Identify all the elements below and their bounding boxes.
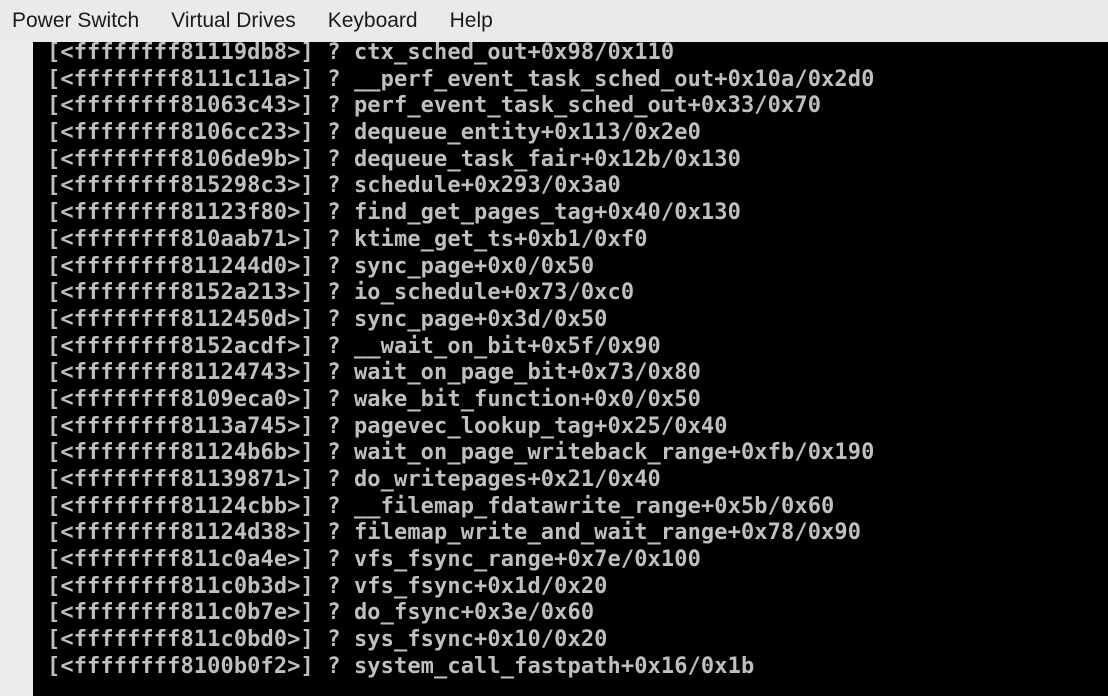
stack-symbol: ? __perf_event_task_sched_out+0x10a/0x2d…	[327, 66, 875, 92]
console-line: [<ffffffff81124d38>] ? filemap_write_and…	[47, 520, 874, 547]
stack-symbol: ? schedule+0x293/0x3a0	[327, 173, 621, 199]
console-line: [<ffffffff81124743>] ? wait_on_page_bit+…	[47, 360, 874, 387]
stack-symbol: ? __wait_on_bit+0x5f/0x90	[327, 333, 661, 359]
menu-keyboard[interactable]: Keyboard	[328, 9, 418, 33]
console-screen[interactable]: [<ffffffff81119db8>] ? ctx_sched_out+0x9…	[33, 42, 1108, 696]
console-line: [<ffffffff811c0a4e>] ? vfs_fsync_range+0…	[47, 547, 874, 574]
menu-bar: Power Switch Virtual Drives Keyboard Hel…	[0, 0, 1108, 42]
stack-address: [<ffffffff811c0a4e>]	[47, 547, 314, 573]
stack-symbol: ? dequeue_entity+0x113/0x2e0	[327, 120, 701, 146]
stack-address: [<ffffffff81124743>]	[47, 360, 314, 386]
stack-address: [<ffffffff81119db8>]	[47, 42, 314, 65]
menu-power-switch[interactable]: Power Switch	[12, 9, 139, 33]
stack-symbol: ? ctx_sched_out+0x98/0x110	[327, 42, 675, 65]
stack-address: [<ffffffff81063c43>]	[47, 93, 314, 119]
stack-address: [<ffffffff811c0bd0>]	[47, 627, 314, 653]
stack-address: [<ffffffff81124b6b>]	[47, 440, 314, 466]
console-line: [<ffffffff81124b6b>] ? wait_on_page_writ…	[47, 440, 874, 467]
console-line: [<ffffffff8106cc23>] ? dequeue_entity+0x…	[47, 120, 874, 147]
console-line: [<ffffffff811c0bd0>] ? sys_fsync+0x10/0x…	[47, 627, 874, 654]
stack-symbol: ? vfs_fsync+0x1d/0x20	[327, 573, 608, 599]
console-line: [<ffffffff81123f80>] ? find_get_pages_ta…	[47, 200, 874, 227]
stack-symbol: ? system_call_fastpath+0x16/0x1b	[327, 653, 755, 679]
stack-address: [<ffffffff8152a213>]	[47, 280, 314, 306]
stack-symbol: ? pagevec_lookup_tag+0x25/0x40	[327, 413, 728, 439]
stack-address: [<ffffffff8106de9b>]	[47, 146, 314, 172]
console-line: [<ffffffff810aab71>] ? ktime_get_ts+0xb1…	[47, 227, 874, 254]
stack-address: [<ffffffff811c0b7e>]	[47, 600, 314, 626]
stack-symbol: ? vfs_fsync_range+0x7e/0x100	[327, 547, 701, 573]
console-line: [<ffffffff811c0b7e>] ? do_fsync+0x3e/0x6…	[47, 600, 874, 627]
stack-symbol: ? do_writepages+0x21/0x40	[327, 467, 661, 492]
stack-address: [<ffffffff8109eca0>]	[47, 386, 314, 412]
stack-address: [<ffffffff8106cc23>]	[47, 120, 314, 146]
stack-symbol: ? dequeue_task_fair+0x12b/0x130	[327, 146, 741, 172]
stack-symbol: ? wait_on_page_bit+0x73/0x80	[327, 360, 701, 386]
stack-address: [<ffffffff811c0b3d>]	[47, 573, 314, 599]
stack-symbol: ? __filemap_fdatawrite_range+0x5b/0x60	[327, 493, 835, 519]
console-line: [<ffffffff815298c3>] ? schedule+0x293/0x…	[47, 173, 874, 200]
stack-symbol: ? wait_on_page_writeback_range+0xfb/0x19…	[327, 440, 875, 466]
console-line: [<ffffffff8109eca0>] ? wake_bit_function…	[47, 387, 874, 414]
menu-help[interactable]: Help	[450, 9, 493, 33]
console-line: [<ffffffff8106de9b>] ? dequeue_task_fair…	[47, 147, 874, 174]
console-line: [<ffffffff81124cbb>] ? __filemap_fdatawr…	[47, 494, 874, 521]
stack-address: [<ffffffff8113a745>]	[47, 413, 314, 439]
menu-virtual-drives[interactable]: Virtual Drives	[171, 9, 295, 33]
stack-symbol: ? perf_event_task_sched_out+0x33/0x70	[327, 93, 822, 119]
stack-symbol: ? io_schedule+0x73/0xc0	[327, 280, 635, 306]
stack-symbol: ? sync_page+0x3d/0x50	[327, 306, 608, 332]
stack-address: [<ffffffff8112450d>]	[47, 306, 314, 332]
kvm-console-window: Power Switch Virtual Drives Keyboard Hel…	[0, 0, 1108, 696]
stack-symbol: ? ktime_get_ts+0xb1/0xf0	[327, 226, 648, 252]
stack-address: [<ffffffff81124d38>]	[47, 520, 314, 546]
stack-address: [<ffffffff810aab71>]	[47, 226, 314, 252]
console-line: [<ffffffff8152a213>] ? io_schedule+0x73/…	[47, 280, 874, 307]
stack-symbol: ? sync_page+0x0/0x50	[327, 253, 595, 279]
stack-address: [<ffffffff81139871>]	[47, 467, 314, 492]
stack-address: [<ffffffff815298c3>]	[47, 173, 314, 199]
stack-symbol: ? filemap_write_and_wait_range+0x78/0x90	[327, 520, 862, 546]
console-line: [<ffffffff81063c43>] ? perf_event_task_s…	[47, 93, 874, 120]
console-line: [<ffffffff8112450d>] ? sync_page+0x3d/0x…	[47, 307, 874, 334]
console-line: [<ffffffff81119db8>] ? ctx_sched_out+0x9…	[47, 42, 874, 67]
stack-symbol: ? do_fsync+0x3e/0x60	[327, 600, 595, 626]
stack-symbol: ? wake_bit_function+0x0/0x50	[327, 386, 701, 412]
console-output: [<ffffffff81119db8>] ? ctx_sched_out+0x9…	[47, 42, 874, 681]
console-line: [<ffffffff8152acdf>] ? __wait_on_bit+0x5…	[47, 334, 874, 361]
stack-address: [<ffffffff81123f80>]	[47, 200, 314, 226]
console-line: [<ffffffff811c0b3d>] ? vfs_fsync+0x1d/0x…	[47, 574, 874, 601]
console-line: [<ffffffff81139871>] ? do_writepages+0x2…	[47, 467, 874, 494]
stack-address: [<ffffffff8152acdf>]	[47, 333, 314, 359]
console-line: [<ffffffff8100b0f2>] ? system_call_fastp…	[47, 654, 874, 681]
stack-address: [<ffffffff811244d0>]	[47, 253, 314, 279]
stack-symbol: ? find_get_pages_tag+0x40/0x130	[327, 200, 741, 226]
stack-address: [<ffffffff8100b0f2>]	[47, 653, 314, 679]
stack-symbol: ? sys_fsync+0x10/0x20	[327, 627, 608, 653]
stack-address: [<ffffffff8111c11a>]	[47, 66, 314, 92]
console-line: [<ffffffff811244d0>] ? sync_page+0x0/0x5…	[47, 254, 874, 281]
console-line: [<ffffffff8113a745>] ? pagevec_lookup_ta…	[47, 414, 874, 441]
console-line: [<ffffffff8111c11a>] ? __perf_event_task…	[47, 67, 874, 94]
stack-address: [<ffffffff81124cbb>]	[47, 493, 314, 519]
